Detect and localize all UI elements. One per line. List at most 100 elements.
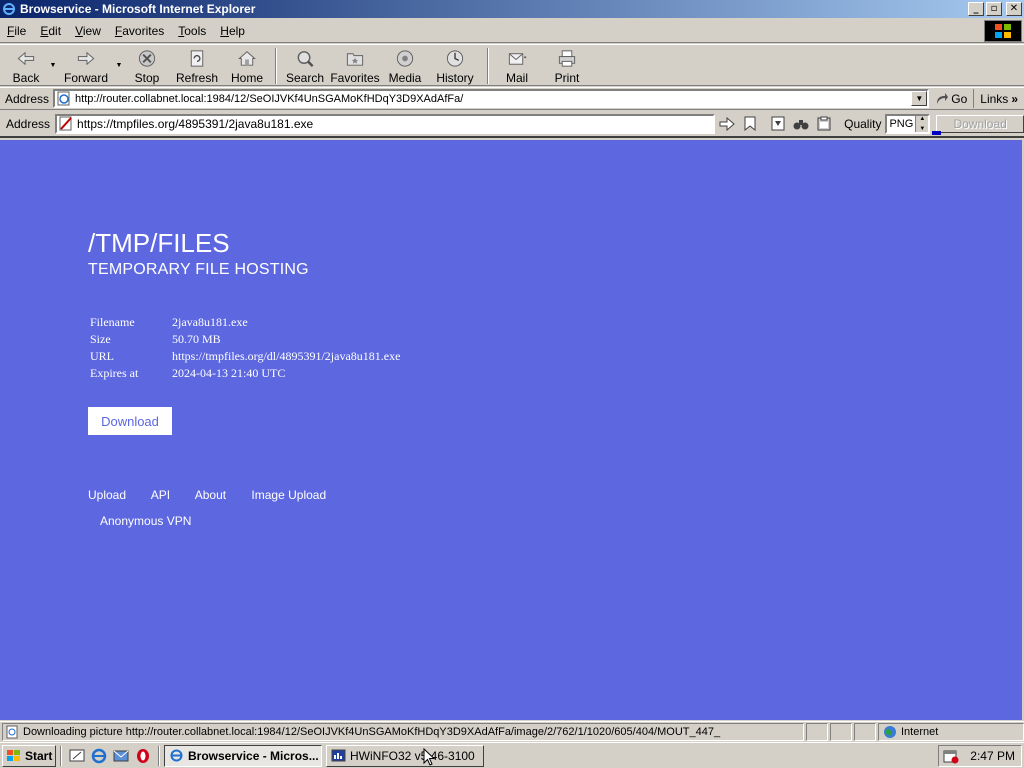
find-binoculars-button[interactable]: [791, 114, 811, 134]
menu-view[interactable]: View: [68, 24, 108, 38]
status-text-panel: Downloading picture http://router.collab…: [2, 722, 804, 741]
quality-label: Quality: [844, 116, 882, 131]
about-link[interactable]: About: [195, 488, 226, 502]
table-row: URL https://tmpfiles.org/dl/4895391/2java…: [90, 348, 401, 365]
table-row: Filename 2java8u181.exe: [90, 315, 248, 329]
quality-select[interactable]: PNG ▲ ▼: [885, 113, 931, 134]
api-link[interactable]: API: [151, 488, 170, 502]
standard-toolbar: Back ▼ Forward ▼ Stop Refresh Home Searc…: [0, 44, 1024, 86]
mail-button[interactable]: Mail: [494, 45, 540, 85]
status-lock-panel: [830, 722, 852, 741]
windows-logo-icon: [984, 20, 1022, 42]
task-button-hwinfo[interactable]: HWiNFO32 v5.46-3100: [326, 744, 484, 767]
menu-edit[interactable]: Edit: [33, 24, 68, 38]
ie-task-icon: [170, 749, 183, 762]
ie-address-input[interactable]: http://router.collabnet.local:1984/12/Se…: [53, 89, 930, 108]
taskbar-divider: [158, 745, 160, 766]
links-button[interactable]: Links»: [973, 89, 1024, 108]
refresh-button[interactable]: Refresh: [170, 45, 224, 85]
address-dropdown-arrow-icon[interactable]: ▼: [911, 91, 928, 106]
menu-tools[interactable]: Tools: [171, 24, 213, 38]
page-viewport: /TMP/FILES TEMPORARY FILE HOSTING Filena…: [0, 140, 1022, 720]
security-zone-text: Internet: [901, 725, 939, 738]
address-label: Address: [5, 91, 50, 106]
image-upload-link[interactable]: Image Upload: [251, 488, 326, 502]
table-row: Expires at 2024-04-13 21:40 UTC: [90, 366, 286, 380]
insecure-page-icon: [59, 116, 72, 131]
status-extra-panel: [854, 722, 876, 741]
stop-button[interactable]: Stop: [124, 45, 170, 85]
file-info-table: Filename 2java8u181.exe Size 50.70 MB URL h…: [90, 314, 400, 382]
menu-bar: File Edit View Favorites Tools Help: [0, 19, 1024, 43]
history-icon: [446, 50, 464, 67]
minimize-button[interactable]: _: [968, 2, 984, 16]
media-icon: [396, 50, 414, 67]
status-progress-panel: [806, 722, 828, 741]
home-button[interactable]: Home: [224, 45, 270, 85]
home-icon: [238, 51, 256, 66]
internet-globe-icon: [884, 725, 896, 738]
ie-logo-icon: [2, 2, 16, 16]
search-button[interactable]: Search: [282, 45, 328, 85]
scheduler-tray-icon[interactable]: [943, 748, 959, 764]
refresh-icon: [190, 50, 204, 67]
close-button[interactable]: ✕: [1006, 2, 1022, 16]
status-text: Downloading picture http://router.collab…: [23, 725, 721, 738]
clock[interactable]: 2:47 PM: [970, 749, 1015, 763]
printer-icon: [558, 50, 576, 67]
table-row: Size 50.70 MB: [90, 332, 221, 346]
page-loading-icon: [6, 725, 18, 738]
back-button[interactable]: Back: [4, 45, 48, 85]
title-bar: Browservice - Microsoft Internet Explore…: [0, 0, 1024, 18]
media-button[interactable]: Media: [382, 45, 428, 85]
forward-arrow-icon: [77, 51, 95, 66]
go-arrow-icon: [937, 92, 949, 104]
browservice-control-bar: Address https://tmpfiles.org/4895391/2ja…: [0, 111, 1024, 138]
back-arrow-icon: [17, 51, 35, 66]
navigate-arrow-button[interactable]: [718, 114, 738, 134]
go-button[interactable]: Go: [929, 92, 973, 106]
forward-button[interactable]: Forward: [58, 45, 114, 85]
anonymous-vpn-link[interactable]: Anonymous VPN: [100, 514, 191, 528]
menu-favorites[interactable]: Favorites: [108, 24, 171, 38]
ie-address-url: http://router.collabnet.local:1984/12/Se…: [75, 92, 464, 105]
back-dropdown-arrow-icon[interactable]: ▼: [48, 45, 58, 85]
restore-button[interactable]: ▫: [986, 2, 1002, 16]
favorites-button[interactable]: Favorites: [328, 45, 382, 85]
start-button[interactable]: Start: [2, 744, 56, 767]
show-desktop-icon[interactable]: [68, 747, 86, 765]
opera-icon[interactable]: [134, 747, 152, 765]
browservice-address-label: Address: [6, 116, 51, 131]
forward-dropdown-arrow-icon[interactable]: ▼: [114, 45, 124, 85]
menu-file[interactable]: File: [0, 24, 33, 38]
quality-spinner-icon[interactable]: ▲ ▼: [915, 115, 929, 132]
security-zone-panel: Internet: [878, 722, 1024, 741]
ie-address-bar: Address http://router.collabnet.local:19…: [0, 87, 1024, 110]
clipboard-button[interactable]: [768, 114, 788, 134]
taskbar: Start Browservice - Micros... HWiNFO32 v…: [0, 742, 1024, 768]
footer-nav: Upload API About Image Upload: [88, 488, 348, 502]
browservice-address-url: https://tmpfiles.org/4895391/2java8u181.…: [77, 116, 314, 131]
mouse-cursor-icon: [423, 748, 435, 766]
outlook-express-icon[interactable]: [112, 747, 130, 765]
mail-icon: [508, 53, 527, 65]
system-tray: 2:47 PM: [938, 745, 1022, 767]
menu-help[interactable]: Help: [213, 24, 252, 38]
chevron-right-icon: »: [1011, 91, 1018, 106]
browservice-address-input[interactable]: https://tmpfiles.org/4895391/2java8u181.…: [55, 113, 715, 134]
stop-icon: [138, 50, 156, 67]
taskbar-divider: [60, 745, 62, 766]
upload-link[interactable]: Upload: [88, 488, 126, 502]
history-button[interactable]: History: [428, 45, 482, 85]
download-button[interactable]: Download: [88, 407, 172, 435]
print-button[interactable]: Print: [540, 45, 594, 85]
bookmark-button[interactable]: [740, 114, 760, 134]
file-url-link[interactable]: https://tmpfiles.org/dl/4895391/2java8u1…: [172, 348, 400, 365]
clipboard-paste-button[interactable]: [814, 114, 834, 134]
browservice-download-button[interactable]: Download: [936, 114, 1024, 133]
status-bar: Downloading picture http://router.collab…: [0, 721, 1024, 741]
internet-explorer-icon[interactable]: [90, 747, 108, 765]
task-button-browservice[interactable]: Browservice - Micros...: [164, 744, 322, 767]
ie-page-icon: [57, 91, 70, 106]
search-icon: [297, 51, 314, 67]
